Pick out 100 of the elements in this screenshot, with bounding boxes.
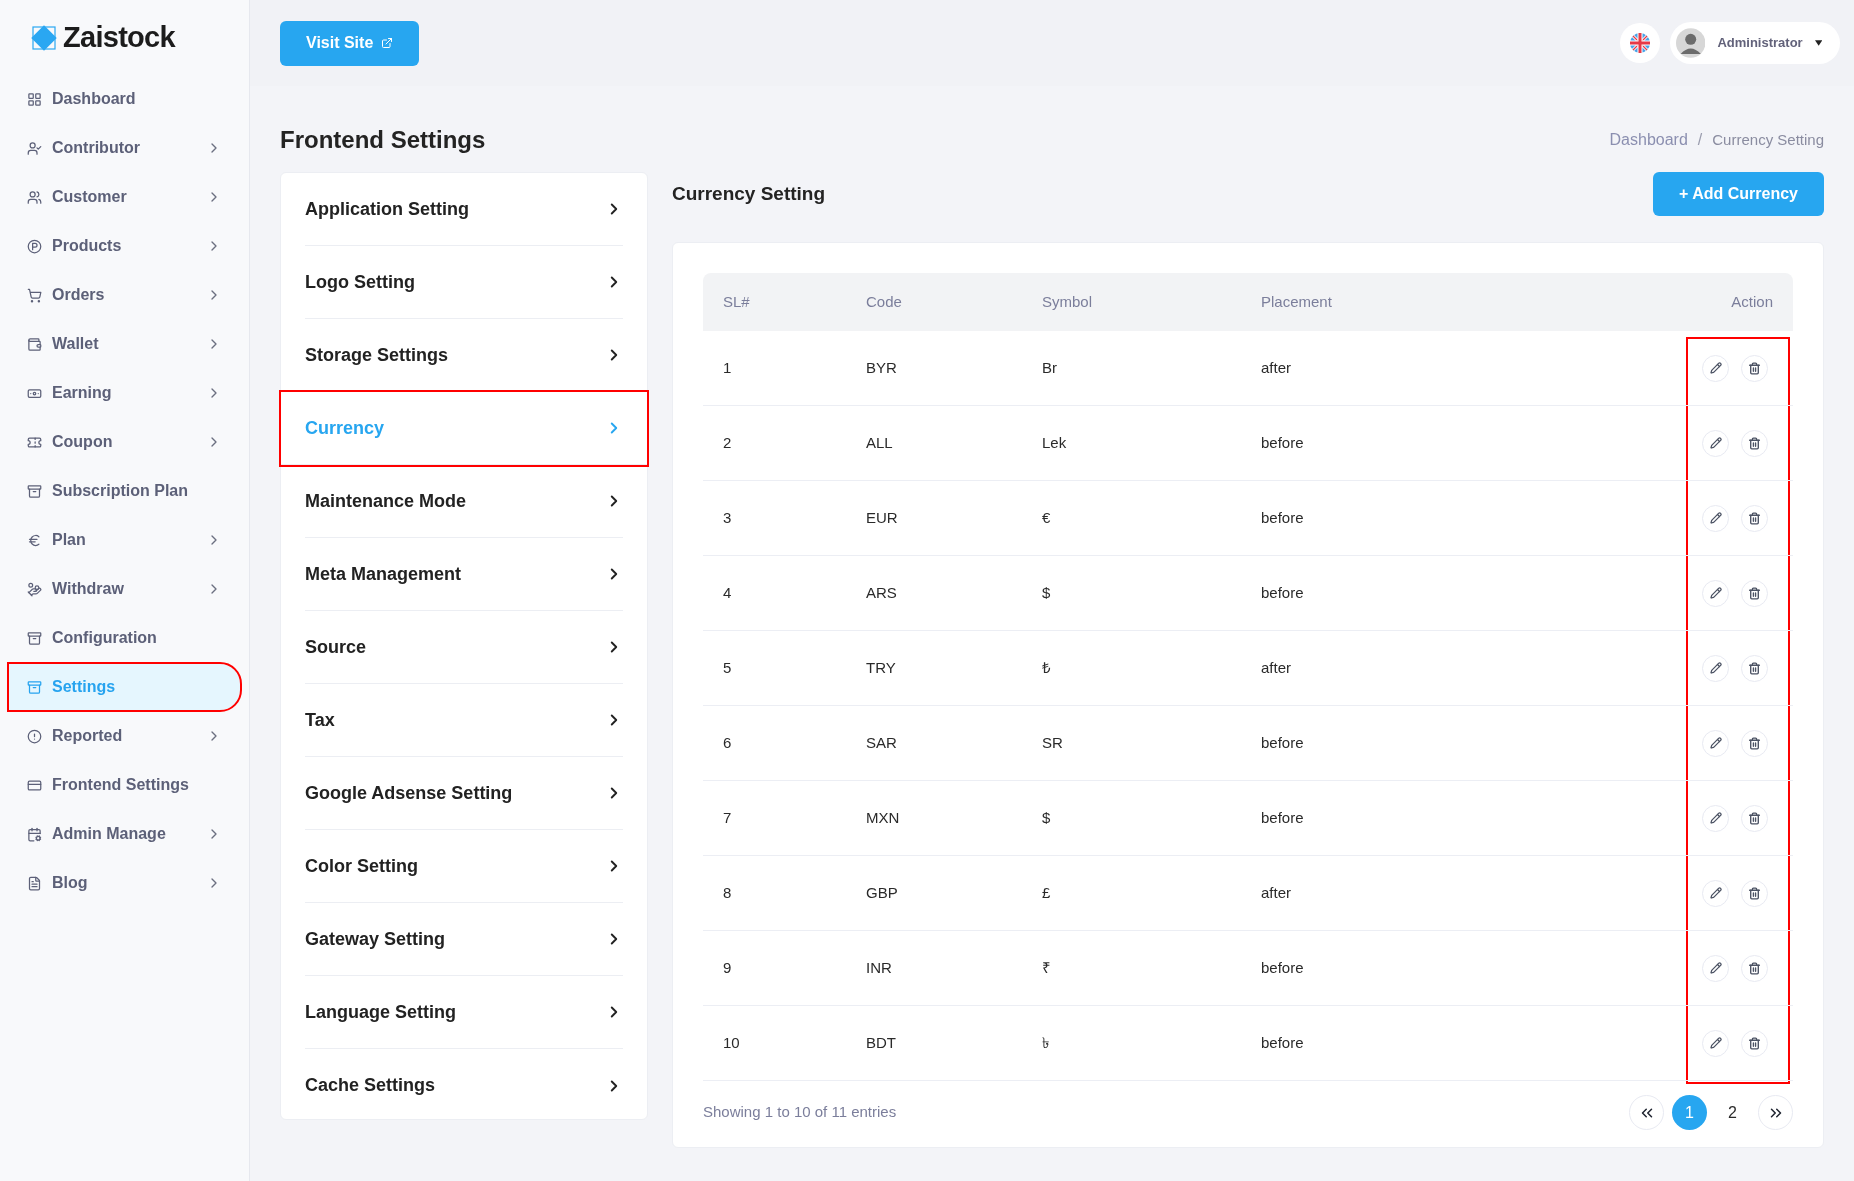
column-header: Action: [1731, 291, 1773, 312]
archive-icon: [27, 630, 42, 646]
pencil-icon: [1709, 662, 1722, 674]
trash-icon: [1748, 961, 1761, 975]
sidebar-item[interactable]: Products: [9, 223, 240, 269]
sidebar-item[interactable]: Withdraw: [9, 566, 240, 612]
table-cell-text: ৳: [1042, 1032, 1050, 1053]
table-cell-text: ALL: [866, 432, 894, 453]
sidebar-item[interactable]: Frontend Settings: [9, 762, 240, 808]
table-cell-text: TRY: [866, 657, 897, 678]
settings-menu-item[interactable]: Google Adsense Setting: [305, 757, 623, 830]
table-cell-text: $: [1042, 807, 1052, 828]
trash-icon: [1748, 736, 1761, 750]
table-cell-text: before: [1261, 957, 1305, 978]
language-button[interactable]: [1620, 23, 1660, 63]
sidebar-item[interactable]: Coupon: [9, 419, 240, 465]
table-cell-text: 5: [723, 657, 733, 678]
logo-icon: [29, 23, 59, 53]
settings-menu-item[interactable]: Color Setting: [305, 830, 623, 903]
table-cell-text: 8: [723, 882, 733, 903]
table-cell-text: before: [1261, 807, 1305, 828]
ticket-icon: [27, 434, 42, 450]
card-icon: [27, 777, 42, 793]
table-cell-text: 1: [723, 357, 733, 378]
table-cell-text: after: [1261, 357, 1292, 378]
user-check-icon: [27, 140, 42, 156]
table-cell-text: 4: [723, 582, 733, 603]
pencil-icon: [1709, 362, 1722, 374]
sidebar-item[interactable]: Admin Manage: [9, 811, 240, 857]
flag-icon: [1630, 33, 1650, 53]
settings-menu-item[interactable]: Gateway Setting: [305, 903, 623, 976]
users-icon: [27, 189, 42, 205]
external-link-icon: [381, 37, 394, 49]
table-cell-text: Br: [1042, 357, 1058, 378]
table-cell-text: before: [1261, 432, 1305, 453]
trash-icon: [1748, 586, 1761, 600]
table-cell-text: €: [1042, 507, 1052, 528]
settings-menu-item[interactable]: Language Setting: [305, 976, 623, 1049]
table-cell-text: BYR: [866, 357, 898, 378]
settings-menu-item[interactable]: Meta Management: [305, 538, 623, 611]
hand-coins-icon: [27, 581, 42, 597]
parking-icon: [27, 238, 42, 254]
sidebar-item[interactable]: Orders: [9, 272, 240, 318]
settings-menu-item[interactable]: Source: [305, 611, 623, 684]
settings-menu-item[interactable]: Logo Setting: [305, 246, 623, 319]
sidebar-item[interactable]: Contributor: [9, 125, 240, 171]
user-menu[interactable]: Administrator: [1670, 22, 1840, 64]
table-cell-text: 10: [723, 1032, 741, 1053]
sidebar-item[interactable]: Subscription Plan: [9, 468, 240, 514]
avatar-icon: [1676, 27, 1706, 59]
section-title: Currency Setting: [672, 181, 826, 206]
sidebar-item[interactable]: Earning: [9, 370, 240, 416]
sidebar-item[interactable]: Wallet: [9, 321, 240, 367]
table-cell-text: 6: [723, 732, 733, 753]
sidebar-item[interactable]: Plan: [9, 517, 240, 563]
pencil-icon: [1709, 587, 1722, 599]
entries-info: Showing 1 to 10 of 11 entries: [703, 1102, 897, 1123]
settings-menu-item[interactable]: Tax: [305, 684, 623, 757]
column-header: Placement: [1261, 291, 1333, 312]
pencil-icon: [1709, 887, 1722, 899]
settings-menu-item[interactable]: Storage Settings: [305, 319, 623, 392]
sidebar-item[interactable]: Dashboard: [9, 76, 240, 122]
table-cell-text: EUR: [866, 507, 899, 528]
trash-icon: [1748, 511, 1761, 525]
pencil-icon: [1709, 812, 1722, 824]
breadcrumb-item[interactable]: Dashboard: [1609, 128, 1688, 152]
table-cell-text: Lek: [1042, 432, 1068, 453]
trash-icon: [1748, 361, 1761, 375]
column-header: Code: [866, 291, 903, 312]
trash-icon: [1748, 1036, 1761, 1050]
alert-icon: [27, 728, 42, 744]
sidebar-item[interactable]: Reported: [9, 713, 240, 759]
settings-menu-item[interactable]: Application Setting: [305, 173, 623, 246]
document-icon: [27, 875, 42, 891]
trash-icon: [1748, 436, 1761, 450]
table-cell-text: before: [1261, 507, 1305, 528]
page-button[interactable]: 2: [1715, 1095, 1750, 1130]
brand-name: Zaistock: [63, 20, 175, 56]
pencil-icon: [1709, 437, 1722, 449]
table-cell-text: £: [1042, 882, 1052, 903]
table-cell-text: 7: [723, 807, 733, 828]
settings-menu-item[interactable]: Cache Settings: [305, 1049, 623, 1122]
pencil-icon: [1709, 962, 1722, 974]
trash-icon: [1748, 811, 1761, 825]
pencil-icon: [1709, 1037, 1722, 1049]
sidebar-item[interactable]: Customer: [9, 174, 240, 220]
table-cell-text: SR: [1042, 732, 1064, 753]
table-cell-text: after: [1261, 882, 1292, 903]
page-title: Frontend Settings: [280, 125, 486, 155]
table-cell-text: MXN: [866, 807, 901, 828]
table-cell-text: before: [1261, 1032, 1305, 1053]
sidebar-item[interactable]: Blog: [9, 860, 240, 906]
table-cell-text: $: [1042, 582, 1052, 603]
table-cell-text: 2: [723, 432, 733, 453]
settings-menu-item[interactable]: Maintenance Mode: [305, 465, 623, 538]
breadcrumb-separator: /: [1697, 130, 1703, 150]
table-cell-text: before: [1261, 582, 1305, 603]
table-cell-text: BDT: [866, 1032, 897, 1053]
table-cell-text: SAR: [866, 732, 898, 753]
sidebar-item[interactable]: Configuration: [9, 615, 240, 661]
